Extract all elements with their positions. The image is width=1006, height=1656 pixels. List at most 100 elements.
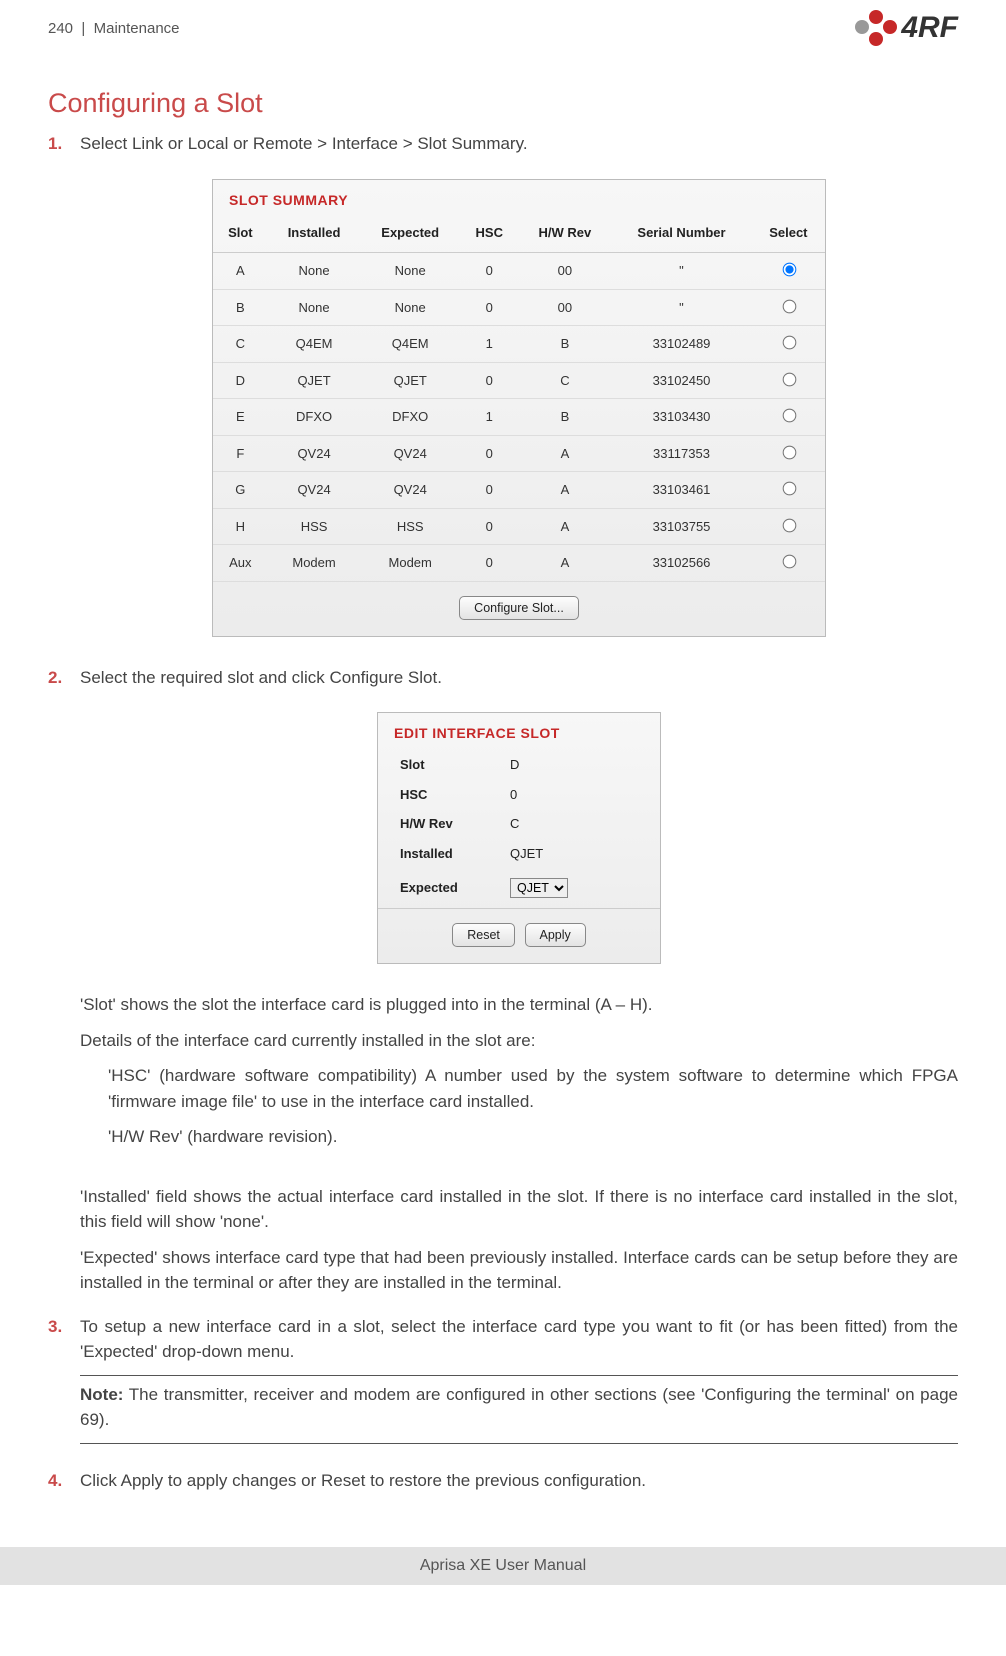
slot-summary-table: SlotInstalledExpectedHSCH/W RevSerial Nu…	[213, 217, 825, 582]
step-2-text: Select the required slot and click Confi…	[80, 668, 442, 687]
cell-serial: 33102489	[611, 326, 751, 363]
cell-slot: H	[213, 508, 268, 545]
cell-serial: 33117353	[611, 435, 751, 472]
table-row: CQ4EMQ4EM1B33102489	[213, 326, 825, 363]
cell-rev: B	[519, 399, 612, 436]
cell-expected: QJET	[360, 362, 460, 399]
select-radio[interactable]	[783, 263, 797, 277]
note-text: Note: Note: The transmitter, receiver an…	[80, 1382, 958, 1433]
cell-rev: B	[519, 326, 612, 363]
apply-button[interactable]: Apply	[525, 923, 586, 947]
logo-text: 4RF	[901, 11, 958, 45]
cell-rev: 00	[519, 289, 612, 326]
col-header: Expected	[360, 217, 460, 253]
col-header: Serial Number	[611, 217, 751, 253]
cell-slot: Aux	[213, 545, 268, 582]
note-rule-bottom	[80, 1443, 958, 1444]
reset-button[interactable]: Reset	[452, 923, 515, 947]
slot-summary-panel: SLOT SUMMARY SlotInstalledExpectedHSCH/W…	[212, 179, 826, 637]
table-row: EDFXODFXO1B33103430	[213, 399, 825, 436]
select-radio[interactable]	[783, 372, 797, 386]
cell-serial: 33103755	[611, 508, 751, 545]
cell-hsc: 0	[460, 362, 519, 399]
col-header: Select	[752, 217, 825, 253]
col-header: HSC	[460, 217, 519, 253]
step-3-text: To setup a new interface card in a slot,…	[80, 1314, 958, 1365]
edit-slot-value: D	[510, 755, 519, 775]
cell-installed: None	[268, 289, 361, 326]
cell-hsc: 0	[460, 253, 519, 290]
cell-installed: QV24	[268, 472, 361, 509]
edit-installed-value: QJET	[510, 844, 543, 864]
step-3: To setup a new interface card in a slot,…	[48, 1314, 958, 1444]
body-expected-desc: 'Expected' shows interface card type tha…	[80, 1245, 958, 1296]
cell-expected: Modem	[360, 545, 460, 582]
cell-slot: A	[213, 253, 268, 290]
select-radio[interactable]	[783, 336, 797, 350]
select-radio[interactable]	[783, 482, 797, 496]
cell-rev: A	[519, 472, 612, 509]
col-header: H/W Rev	[519, 217, 612, 253]
edit-slot-title: EDIT INTERFACE SLOT	[378, 713, 660, 750]
col-header: Slot	[213, 217, 268, 253]
cell-installed: HSS	[268, 508, 361, 545]
select-radio[interactable]	[783, 555, 797, 569]
body-hsc-desc: 'HSC' (hardware software compatibility) …	[80, 1063, 958, 1114]
cell-rev: 00	[519, 253, 612, 290]
header-path: 240 | Maintenance	[48, 20, 180, 37]
cell-installed: Modem	[268, 545, 361, 582]
cell-slot: G	[213, 472, 268, 509]
cell-installed: QV24	[268, 435, 361, 472]
table-row: BNoneNone000"	[213, 289, 825, 326]
cell-expected: QV24	[360, 435, 460, 472]
edit-slot-panel: EDIT INTERFACE SLOT Slot D HSC 0 H/W Rev…	[377, 712, 661, 964]
cell-hsc: 0	[460, 508, 519, 545]
cell-expected: None	[360, 289, 460, 326]
cell-slot: C	[213, 326, 268, 363]
page-number: 240	[48, 20, 73, 37]
cell-rev: A	[519, 508, 612, 545]
cell-slot: D	[213, 362, 268, 399]
cell-serial: 33103461	[611, 472, 751, 509]
table-row: ANoneNone000"	[213, 253, 825, 290]
cell-installed: QJET	[268, 362, 361, 399]
cell-slot: E	[213, 399, 268, 436]
edit-expected-label: Expected	[400, 878, 510, 898]
page-title: Configuring a Slot	[48, 88, 958, 119]
cell-expected: None	[360, 253, 460, 290]
edit-rev-value: C	[510, 814, 519, 834]
body-details-intro: Details of the interface card currently …	[80, 1028, 958, 1054]
cell-serial: 33102566	[611, 545, 751, 582]
body-rev-desc: 'H/W Rev' (hardware revision).	[80, 1124, 958, 1150]
cell-installed: DFXO	[268, 399, 361, 436]
cell-expected: DFXO	[360, 399, 460, 436]
table-row: GQV24QV240A33103461	[213, 472, 825, 509]
cell-hsc: 0	[460, 435, 519, 472]
cell-hsc: 0	[460, 545, 519, 582]
cell-installed: None	[268, 253, 361, 290]
cell-rev: A	[519, 435, 612, 472]
table-row: FQV24QV240A33117353	[213, 435, 825, 472]
configure-slot-button[interactable]: Configure Slot...	[459, 596, 579, 620]
cell-expected: QV24	[360, 472, 460, 509]
select-radio[interactable]	[783, 518, 797, 532]
page-header: 240 | Maintenance 4RF	[48, 10, 958, 52]
logo-icon	[855, 10, 897, 46]
cell-hsc: 0	[460, 289, 519, 326]
cell-hsc: 1	[460, 399, 519, 436]
footer: Aprisa XE User Manual	[0, 1547, 1006, 1585]
expected-select[interactable]: QJET	[510, 878, 568, 898]
body-installed-desc: 'Installed' field shows the actual inter…	[80, 1184, 958, 1235]
select-radio[interactable]	[783, 299, 797, 313]
slot-summary-title: SLOT SUMMARY	[213, 180, 825, 217]
step-2: Select the required slot and click Confi…	[48, 665, 958, 1296]
body-slot-desc: 'Slot' shows the slot the interface card…	[80, 992, 958, 1018]
step-4: Click Apply to apply changes or Reset to…	[48, 1468, 958, 1494]
select-radio[interactable]	[783, 409, 797, 423]
cell-hsc: 1	[460, 326, 519, 363]
step-4-text: Click Apply to apply changes or Reset to…	[80, 1471, 646, 1490]
cell-serial: 33103430	[611, 399, 751, 436]
edit-hsc-label: HSC	[400, 785, 510, 805]
select-radio[interactable]	[783, 445, 797, 459]
cell-expected: Q4EM	[360, 326, 460, 363]
